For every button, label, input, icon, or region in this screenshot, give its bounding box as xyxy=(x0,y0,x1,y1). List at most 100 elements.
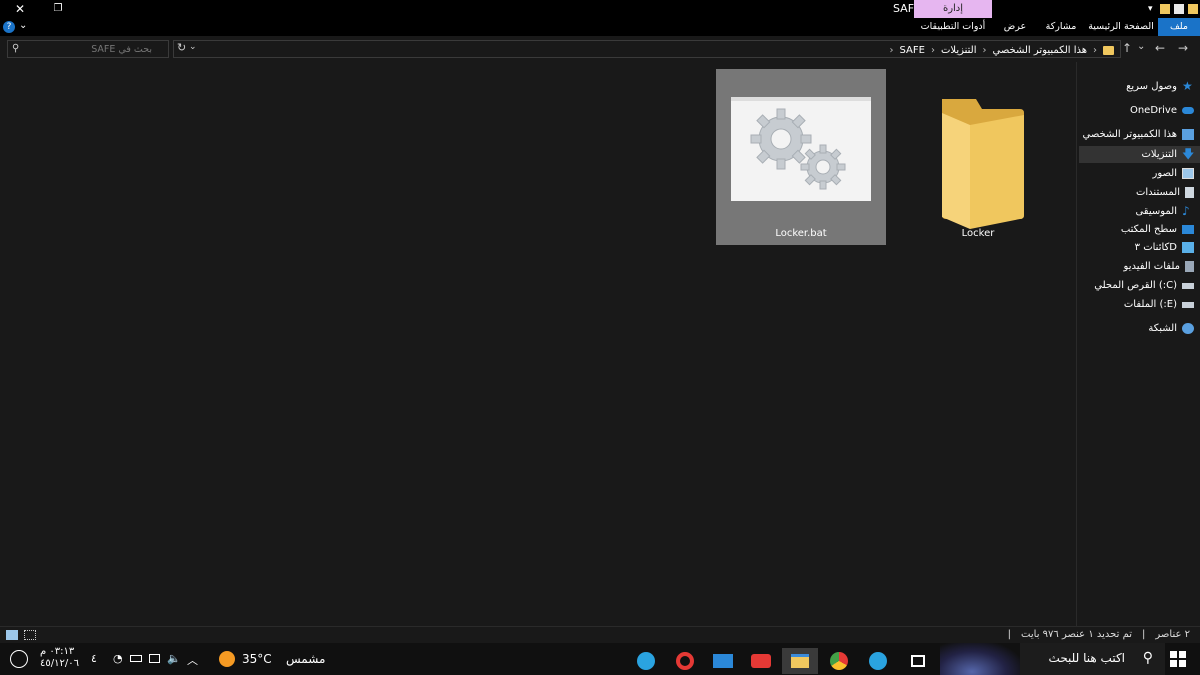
tab-home[interactable]: الصفحة الرئيسية xyxy=(1086,18,1156,36)
drive-icon xyxy=(1182,282,1194,289)
nav-item-label: المستندات xyxy=(1135,187,1180,198)
documents-icon xyxy=(1185,187,1194,198)
task-view-icon[interactable] xyxy=(900,648,936,674)
tab-file[interactable]: ملف xyxy=(1158,18,1200,36)
properties-icon[interactable] xyxy=(1174,4,1184,14)
nav-item-label: التنزيلات xyxy=(1141,149,1177,160)
telegram-icon[interactable] xyxy=(860,648,896,674)
status-separator: | xyxy=(1007,629,1012,640)
refresh-icon[interactable]: ↻ xyxy=(177,41,186,54)
video-icon xyxy=(1185,261,1194,272)
gears-icon xyxy=(750,108,846,190)
nav-item-pictures[interactable]: الصور xyxy=(1152,165,1194,182)
nav-item-music[interactable]: ♪ الموسيقى xyxy=(1135,203,1194,220)
help-icon[interactable]: ? xyxy=(3,21,15,33)
nav-item-drive-e[interactable]: الملفات (:E) xyxy=(1124,296,1194,313)
close-button[interactable]: ✕ xyxy=(0,0,40,18)
chevron-icon[interactable]: › xyxy=(1093,45,1097,56)
show-hidden-icons-icon[interactable]: ︿ xyxy=(187,652,198,668)
address-dropdown-icon[interactable]: ⌄ xyxy=(189,42,197,52)
customize-toolbar-icon[interactable]: ▾ xyxy=(1148,3,1156,15)
file-name: Locker xyxy=(961,228,995,239)
nav-item-quick-access[interactable]: ★ وصول سريع xyxy=(1126,78,1194,95)
file-item-batch[interactable]: Locker.bat xyxy=(716,69,886,245)
search-icon: ⚲ xyxy=(12,43,20,54)
expand-ribbon-icon[interactable]: ⌄ xyxy=(19,20,27,31)
start-button[interactable] xyxy=(1170,651,1186,667)
breadcrumb-downloads[interactable]: التنزيلات xyxy=(941,45,977,56)
youtube-icon[interactable] xyxy=(743,648,779,674)
nav-item-label: الملفات (:E) xyxy=(1123,299,1177,310)
search-box[interactable]: ⚲ xyxy=(7,40,169,58)
search-highlight-art xyxy=(940,643,1020,675)
weather-sun-icon[interactable] xyxy=(219,651,235,667)
chevron-icon[interactable]: › xyxy=(983,45,987,56)
nav-item-3d-objects[interactable]: كائنات ۳D xyxy=(1135,239,1194,256)
forward-arrow-icon[interactable]: ← xyxy=(1155,41,1165,55)
breadcrumb-this-pc[interactable]: هذا الكمبيوتر الشخصي xyxy=(993,45,1088,56)
desktop-icon xyxy=(1182,225,1194,234)
restore-button[interactable]: ❐ xyxy=(38,0,78,18)
back-arrow-icon[interactable]: → xyxy=(1178,41,1188,55)
star-icon: ★ xyxy=(1182,79,1193,93)
weather-temperature[interactable]: 35°C xyxy=(242,652,272,666)
battery-icon[interactable] xyxy=(130,655,142,662)
nav-item-label: هذا الكمبيوتر الشخصي xyxy=(1082,129,1178,140)
new-folder-icon[interactable] xyxy=(1160,4,1170,14)
details-view-icon[interactable] xyxy=(6,630,18,640)
mail-icon[interactable] xyxy=(705,648,741,674)
nav-item-label: القرص المحلي (:C) xyxy=(1094,280,1177,291)
large-icons-view-icon[interactable] xyxy=(24,630,36,640)
nav-item-network[interactable]: الشبكة xyxy=(1148,320,1194,337)
nav-item-label: ملفات الفيديو xyxy=(1123,261,1180,272)
nav-item-documents[interactable]: المستندات xyxy=(1136,184,1194,201)
clock-date: ٤٥/١٢/٠٦ xyxy=(40,658,79,669)
taskbar-search[interactable]: ⚲ اكتب هنا للبحث xyxy=(940,643,1165,675)
nav-item-onedrive[interactable]: OneDrive xyxy=(1130,102,1194,119)
search-input[interactable] xyxy=(8,41,168,57)
file-item-folder[interactable]: Locker xyxy=(893,69,1063,245)
status-bar: ٢ عناصر | تم تحديد ١ عنصر ٩٧٦ بايت | xyxy=(0,626,1200,643)
up-arrow-icon[interactable]: ↑ xyxy=(1122,41,1132,55)
nav-item-label: الصور xyxy=(1152,168,1178,179)
navigation-pane: ★ وصول سريع OneDrive هذا الكمبيوتر الشخص… xyxy=(1076,62,1200,626)
nav-item-desktop[interactable]: سطح المكتب xyxy=(1121,221,1194,238)
item-count: ٢ عناصر xyxy=(1155,629,1190,640)
network-icon xyxy=(1182,323,1194,334)
search-icon: ⚲ xyxy=(1142,650,1153,666)
opera-icon[interactable] xyxy=(667,648,703,674)
download-icon: 🡇 xyxy=(1182,147,1195,161)
selection-info: تم تحديد ١ عنصر ٩٧٦ بايت xyxy=(1021,629,1133,640)
tab-view[interactable]: عرض xyxy=(998,18,1032,36)
wifi-icon[interactable]: ◔ xyxy=(113,652,123,665)
clock[interactable]: ٠٣:١٣ م ٤٥/١٢/٠٦ xyxy=(40,646,79,670)
breadcrumb: › هذا الكمبيوتر الشخصي › التنزيلات › SAF… xyxy=(890,42,1114,58)
drive-icon xyxy=(1182,301,1194,308)
input-language-indicator[interactable]: ٤ xyxy=(91,652,97,665)
nav-item-downloads[interactable]: 🡇 التنزيلات xyxy=(1079,146,1200,163)
chevron-icon[interactable]: › xyxy=(931,45,935,56)
file-explorer-icon[interactable] xyxy=(782,648,818,674)
address-bar[interactable]: ↻ ⌄ › هذا الكمبيوتر الشخصي › التنزيلات ›… xyxy=(173,40,1121,58)
breadcrumb-safe[interactable]: SAFE xyxy=(900,45,925,56)
manage-tab[interactable]: إدارة xyxy=(914,0,992,18)
notification-center-icon[interactable] xyxy=(10,650,28,668)
music-icon: ♪ xyxy=(1182,204,1190,218)
nav-item-videos[interactable]: ملفات الفيديو xyxy=(1124,258,1194,275)
nav-item-label: وصول سريع xyxy=(1126,81,1177,92)
status-text: ٢ عناصر | تم تحديد ١ عنصر ٩٧٦ بايت | xyxy=(1008,629,1190,640)
title-bar: ✕ ❐ SAFE إدارة ▾ xyxy=(0,0,1200,18)
chrome-icon[interactable] xyxy=(821,648,857,674)
telegram-icon[interactable] xyxy=(628,648,664,674)
folder-icon[interactable] xyxy=(1188,4,1198,14)
tab-app-tools[interactable]: أدوات التطبيقات xyxy=(914,18,992,36)
tab-share[interactable]: مشاركة xyxy=(1038,18,1084,36)
nav-item-drive-c[interactable]: القرص المحلي (:C) xyxy=(1094,277,1194,294)
weather-description[interactable]: مشمس xyxy=(286,652,325,666)
recent-locations-icon[interactable]: ⌄ xyxy=(1137,41,1145,52)
nav-item-this-pc[interactable]: هذا الكمبيوتر الشخصي xyxy=(1082,126,1194,143)
chevron-icon[interactable]: › xyxy=(890,45,894,56)
network-status-icon[interactable] xyxy=(149,654,160,663)
volume-icon[interactable]: 🔈 xyxy=(167,652,181,665)
cube-icon xyxy=(1182,242,1194,253)
